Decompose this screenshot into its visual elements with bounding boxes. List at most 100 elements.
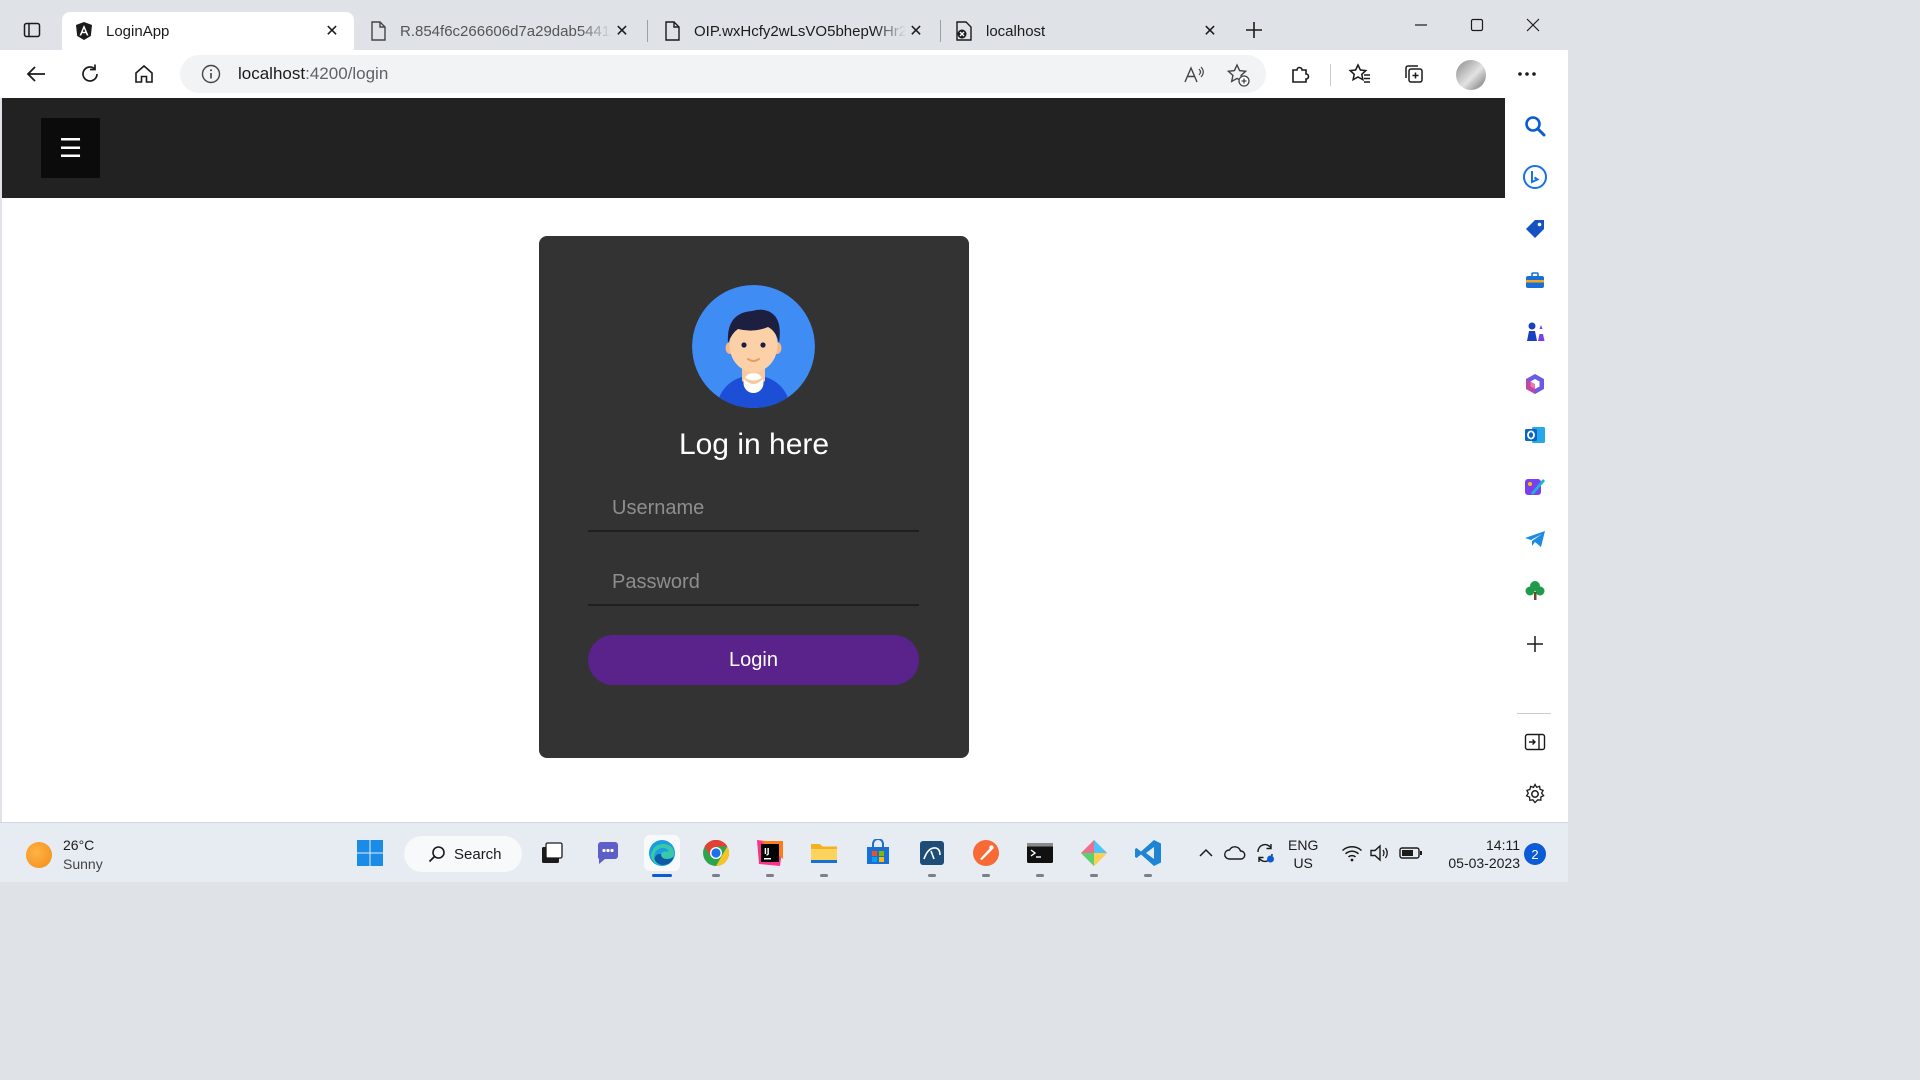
tab-image-r[interactable]: R.854f6c266606d7a29dab544115 ✕	[356, 12, 644, 50]
running-indicator	[712, 874, 720, 877]
tab-image-oip[interactable]: OIP.wxHcfy2wLsVO5bhepWHr2g ✕	[650, 12, 938, 50]
address-bar[interactable]: localhost:4200/login	[180, 55, 1266, 93]
store-taskbar-button[interactable]	[860, 835, 896, 871]
postman-taskbar-button[interactable]	[968, 835, 1004, 877]
settings-more-button[interactable]	[1509, 56, 1545, 92]
wifi-icon[interactable]	[1340, 841, 1364, 865]
hide-sidebar-icon[interactable]	[1522, 729, 1548, 755]
add-favorite-icon[interactable]	[1226, 63, 1250, 87]
hamburger-menu-button[interactable]: ☰	[41, 118, 100, 178]
favorites-icon	[1348, 63, 1370, 83]
teams-chat-button[interactable]	[590, 835, 626, 871]
close-tab-icon[interactable]: ✕	[322, 21, 342, 41]
svg-text:IJ: IJ	[764, 847, 770, 856]
start-button[interactable]	[352, 835, 388, 871]
bing-chat-icon[interactable]	[1522, 164, 1548, 190]
games-icon[interactable]	[1522, 319, 1548, 345]
gear-icon[interactable]	[1522, 781, 1548, 807]
tab-actions-button[interactable]	[14, 12, 50, 48]
vscode-taskbar-button[interactable]	[1130, 835, 1166, 877]
password-input[interactable]	[588, 560, 919, 606]
notification-badge[interactable]: 2	[1524, 843, 1546, 865]
tab-localhost[interactable]: localhost ✕	[942, 12, 1232, 50]
minimize-button[interactable]	[1401, 10, 1441, 40]
login-button[interactable]: Login	[588, 635, 919, 685]
system-clock[interactable]: 14:11 05-03-2023	[1432, 836, 1520, 872]
sun-icon[interactable]	[26, 842, 52, 868]
intellij-taskbar-button[interactable]: IJ	[752, 835, 788, 877]
telegram-icon[interactable]	[1522, 526, 1548, 552]
terminal-taskbar-button[interactable]	[1022, 835, 1058, 877]
tree-icon[interactable]	[1522, 577, 1548, 603]
designer-icon[interactable]	[1522, 474, 1548, 500]
running-indicator	[1036, 874, 1044, 877]
info-icon[interactable]	[200, 63, 222, 85]
user-avatar-icon	[692, 285, 815, 408]
home-button[interactable]	[126, 56, 162, 92]
angular-icon	[74, 21, 94, 41]
arrow-left-icon	[26, 66, 45, 82]
collections-icon	[1405, 65, 1423, 83]
close-tab-icon[interactable]: ✕	[1200, 21, 1220, 41]
close-icon	[1526, 18, 1540, 32]
file-explorer-button[interactable]	[806, 835, 842, 877]
more-icon	[1518, 72, 1536, 76]
mysql-workbench-button[interactable]	[914, 835, 950, 877]
tab-loginapp[interactable]: LoginApp ✕	[62, 12, 354, 50]
onedrive-cloud-icon[interactable]	[1222, 841, 1248, 865]
document-icon	[662, 21, 682, 41]
snipping-tool-button[interactable]	[1076, 835, 1112, 877]
url-text: localhost:4200/login	[238, 64, 388, 84]
home-icon	[135, 64, 153, 83]
localhost-icon	[954, 21, 974, 41]
task-view-button[interactable]	[534, 835, 570, 871]
search-icon[interactable]	[1522, 113, 1548, 139]
favorites-button[interactable]	[1342, 56, 1378, 92]
collections-button[interactable]	[1396, 56, 1432, 92]
taskbar-search[interactable]: Search	[404, 836, 522, 872]
sync-icon[interactable]	[1252, 841, 1278, 865]
shopping-tag-icon[interactable]	[1522, 216, 1548, 242]
close-tab-icon[interactable]: ✕	[612, 21, 632, 41]
edge-icon	[649, 840, 675, 866]
extensions-button[interactable]	[1282, 56, 1318, 92]
app-navbar: ☰	[2, 98, 1505, 198]
new-tab-button[interactable]	[1238, 14, 1270, 46]
username-input[interactable]	[588, 486, 919, 532]
windows-icon	[357, 840, 383, 866]
browser-toolbar: localhost:4200/login	[0, 50, 1568, 98]
weather-description[interactable]: Sunny	[63, 856, 103, 872]
close-tab-icon[interactable]: ✕	[906, 21, 926, 41]
snipping-tool-icon	[1081, 840, 1107, 866]
refresh-button[interactable]	[72, 56, 108, 92]
volume-icon[interactable]	[1368, 841, 1392, 865]
running-indicator	[928, 874, 936, 877]
language-indicator[interactable]: ENG US	[1288, 836, 1318, 872]
tab-separator	[647, 20, 648, 42]
outlook-icon[interactable]	[1522, 422, 1548, 448]
microsoft365-icon[interactable]	[1522, 371, 1548, 397]
battery-icon[interactable]	[1398, 841, 1424, 865]
chrome-taskbar-button[interactable]	[698, 835, 734, 877]
tab-title: localhost	[986, 22, 1046, 40]
read-aloud-icon[interactable]	[1182, 63, 1206, 87]
back-button[interactable]	[18, 56, 54, 92]
profile-avatar[interactable]	[1456, 60, 1486, 90]
document-icon	[368, 21, 388, 41]
url-path: :4200/login	[305, 64, 389, 83]
tab-title: LoginApp	[106, 22, 170, 40]
toolbar-divider	[1330, 64, 1331, 86]
tab-actions-icon	[23, 22, 41, 38]
tools-icon[interactable]	[1522, 267, 1548, 293]
edge-taskbar-button[interactable]	[644, 835, 680, 877]
minimize-icon	[1415, 24, 1427, 26]
add-sidebar-app-icon[interactable]	[1522, 631, 1548, 657]
weather-temperature[interactable]: 26°C	[63, 837, 94, 853]
chevron-up-icon[interactable]	[1196, 841, 1216, 865]
store-icon	[867, 839, 889, 864]
maximize-button[interactable]	[1457, 10, 1497, 40]
postman-icon	[973, 840, 999, 866]
close-window-button[interactable]	[1513, 10, 1553, 40]
tab-title: R.854f6c266606d7a29dab544115	[400, 22, 612, 40]
intellij-icon: IJ	[757, 840, 783, 866]
